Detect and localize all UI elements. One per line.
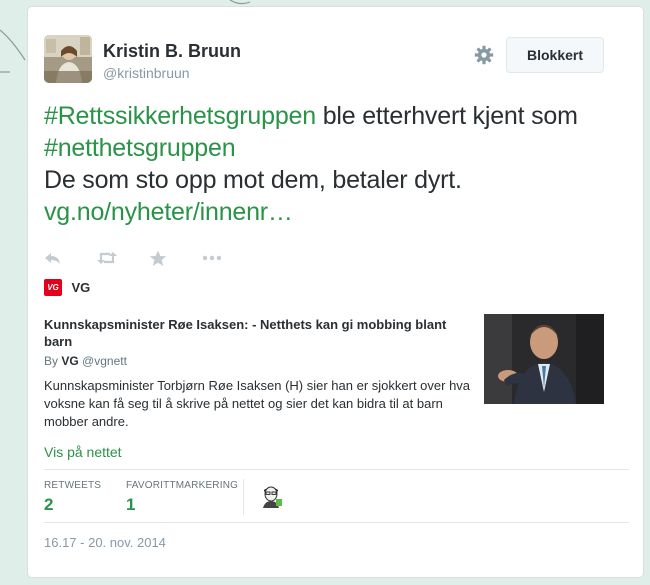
- tweet-url-link[interactable]: vg.no/nyheter/innenr…: [44, 198, 293, 226]
- favorites-stat[interactable]: FAVORITTMARKERING 1: [126, 480, 238, 515]
- view-on-web-link[interactable]: Vis på nettet: [44, 444, 122, 460]
- retweets-label: RETWEETS: [44, 480, 102, 491]
- gear-icon[interactable]: [474, 45, 494, 65]
- byline-name[interactable]: VG: [61, 354, 78, 368]
- author-handle[interactable]: @kristinbruun: [103, 65, 190, 81]
- vg-logo: VG: [44, 279, 62, 297]
- tweet-text-segment: ble etterhvert kjent som: [315, 102, 578, 130]
- favorites-label: FAVORITTMARKERING: [126, 480, 239, 491]
- tweet-timestamp[interactable]: 16.17 - 20. nov. 2014: [44, 535, 166, 550]
- divider: [44, 469, 629, 470]
- star-icon[interactable]: [149, 250, 173, 270]
- retweets-stat[interactable]: RETWEETS 2: [44, 480, 101, 515]
- retweets-count: 2: [44, 495, 54, 514]
- tweet-text-line: De som sto opp mot dem, betaler dyrt.: [44, 166, 462, 194]
- article-title[interactable]: Kunnskapsminister Røe Isaksen: - Netthet…: [44, 316, 469, 350]
- tweet-card: Kristin B. Bruun @kristinbruun Blokkert …: [27, 6, 644, 578]
- card-source[interactable]: VG VG: [44, 279, 90, 299]
- more-icon[interactable]: [201, 250, 225, 270]
- article-image[interactable]: [484, 314, 604, 404]
- article-byline: By VG @vgnett: [44, 354, 127, 368]
- hashtag-link[interactable]: #netthetsgruppen: [44, 134, 236, 162]
- byline-prefix: By: [44, 354, 59, 368]
- byline-handle[interactable]: @vgnett: [82, 354, 127, 368]
- reply-icon[interactable]: [44, 250, 68, 270]
- article-description: Kunnskapsminister Torbjørn Røe Isaksen (…: [44, 378, 471, 429]
- tweet-actions: [44, 250, 264, 270]
- blocked-button[interactable]: Blokkert: [506, 37, 604, 73]
- tweet-text: #Rettssikkerhetsgruppen ble etterhvert k…: [44, 100, 629, 228]
- author-name[interactable]: Kristin B. Bruun: [103, 41, 241, 62]
- author-avatar[interactable]: [44, 35, 92, 83]
- favorites-count: 1: [126, 495, 136, 514]
- retweet-icon[interactable]: [96, 250, 120, 270]
- hashtag-link[interactable]: #Rettssikkerhetsgruppen: [44, 102, 316, 130]
- stat-divider: [243, 479, 244, 515]
- divider: [44, 522, 629, 523]
- source-name: VG: [71, 280, 91, 296]
- favoriter-avatar[interactable]: [259, 484, 283, 508]
